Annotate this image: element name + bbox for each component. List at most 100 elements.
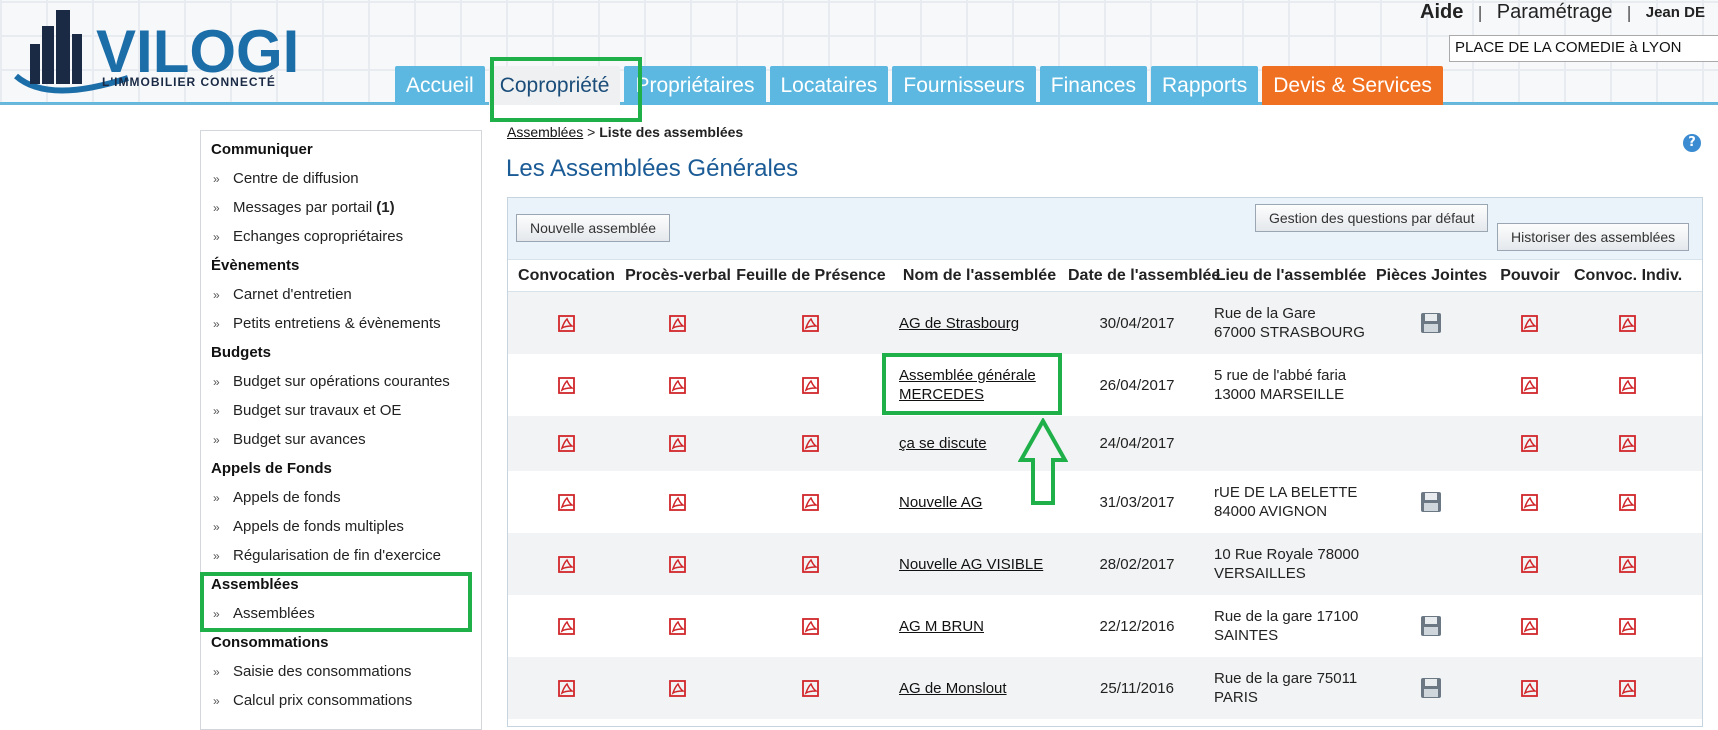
column-header[interactable]: Convocation	[508, 267, 625, 285]
tab-finances[interactable]: Finances	[1039, 66, 1147, 105]
feuille-presence-pdf-icon[interactable]	[801, 493, 821, 512]
pouvoir-pdf-icon[interactable]	[1520, 314, 1540, 333]
column-header[interactable]: Nom de l'assemblée	[891, 267, 1068, 285]
settings-link[interactable]: Paramétrage	[1497, 1, 1613, 24]
convocation-pdf-icon[interactable]	[557, 555, 577, 574]
column-header[interactable]: Pièces Jointes	[1376, 267, 1487, 285]
proces-verbal-pdf-icon[interactable]	[668, 555, 688, 574]
convoc-indiv-pdf-icon[interactable]	[1618, 555, 1638, 574]
breadcrumb-parent[interactable]: Assemblées	[507, 124, 583, 140]
feuille-presence-pdf-icon[interactable]	[801, 376, 821, 395]
convocation-pdf-icon[interactable]	[557, 493, 577, 512]
sidebar-item[interactable]: » Echanges copropriétaires	[201, 222, 481, 251]
pouvoir-pdf-icon[interactable]	[1520, 493, 1540, 512]
convoc-indiv-pdf-icon[interactable]	[1618, 314, 1638, 333]
assembly-name-link[interactable]: Nouvelle AG VISIBLE	[899, 555, 1043, 574]
tab-rapports[interactable]: Rapports	[1151, 66, 1259, 105]
pouvoir-pdf-icon[interactable]	[1520, 555, 1540, 574]
convocation-pdf-icon[interactable]	[557, 679, 577, 698]
assembly-name-link[interactable]: AG de Strasbourg	[899, 314, 1019, 333]
convoc-indiv-pdf-icon[interactable]	[1618, 493, 1638, 512]
column-header[interactable]: Procès-verbal	[625, 267, 731, 285]
tab-accueil[interactable]: Accueil	[395, 66, 485, 105]
help-icon[interactable]: ?	[1683, 134, 1701, 152]
assembly-name-link[interactable]: AG M BRUN	[899, 617, 984, 636]
sidebar-item[interactable]: » Centre de diffusion	[201, 164, 481, 193]
help-link[interactable]: Aide	[1420, 1, 1463, 24]
column-header[interactable]: Date de l'assemblée	[1068, 267, 1220, 285]
column-header[interactable]: Feuille de Présence	[731, 267, 891, 285]
double-chevron-icon: »	[213, 403, 220, 418]
feuille-presence-pdf-icon[interactable]	[801, 617, 821, 636]
convocation-pdf-icon[interactable]	[557, 376, 577, 395]
convocation-pdf-icon[interactable]	[557, 314, 577, 333]
top-links-separator: |	[1477, 2, 1483, 22]
double-chevron-icon: »	[213, 229, 220, 244]
column-header[interactable]: Pouvoir	[1486, 267, 1574, 285]
proces-verbal-pdf-icon[interactable]	[668, 679, 688, 698]
sidebar-item[interactable]: » Appels de fonds	[201, 483, 481, 512]
feuille-presence-pdf-icon[interactable]	[801, 314, 821, 333]
sidebar-section-title: Communiquer	[211, 141, 313, 158]
proces-verbal-pdf-icon[interactable]	[668, 314, 688, 333]
tab-locataires[interactable]: Locataires	[769, 66, 889, 105]
attachment-floppy-icon[interactable]	[1420, 677, 1442, 699]
tab-proprietaires[interactable]: Propriétaires	[624, 66, 766, 105]
sidebar-item[interactable]: » Petits entretiens & évènements	[201, 309, 481, 338]
tab-copropriete[interactable]: Copropriété	[488, 66, 621, 105]
tab-fournisseurs[interactable]: Fournisseurs	[892, 66, 1036, 105]
sidebar-item[interactable]: » Saisie des consommations	[201, 657, 481, 686]
assembly-date: 30/04/2017	[1099, 314, 1175, 332]
double-chevron-icon: »	[213, 490, 220, 505]
assembly-name-link[interactable]: Assemblée générale MERCEDES	[899, 366, 1036, 404]
column-header[interactable]: Lieu de l'assemblée	[1206, 267, 1376, 285]
vilogi-logo[interactable]: VILOGI L'IMMOBILIER CONNECTÉ	[8, 6, 338, 106]
convocation-pdf-icon[interactable]	[557, 617, 577, 636]
table-cell	[625, 679, 731, 698]
default-questions-button[interactable]: Gestion des questions par défaut	[1255, 204, 1489, 232]
assembly-name-link[interactable]: ça se discute	[899, 434, 987, 453]
sidebar-item[interactable]: » Carnet d'entretien	[201, 280, 481, 309]
tab-devis-services[interactable]: Devis & Services	[1262, 66, 1443, 105]
sidebar-item-label: Régularisation de fin d'exercice	[233, 547, 441, 564]
sidebar-item[interactable]: » Budget sur travaux et OE	[201, 396, 481, 425]
sidebar-item[interactable]: » Budget sur avances	[201, 425, 481, 454]
convoc-indiv-pdf-icon[interactable]	[1618, 679, 1638, 698]
pouvoir-pdf-icon[interactable]	[1520, 679, 1540, 698]
proces-verbal-pdf-icon[interactable]	[668, 493, 688, 512]
convocation-pdf-icon[interactable]	[557, 434, 577, 453]
sidebar-item[interactable]: » Régularisation de fin d'exercice	[201, 541, 481, 570]
assembly-name-link[interactable]: AG de Monslout	[899, 679, 1007, 698]
sidebar-item[interactable]: » Budget sur opérations courantes	[201, 367, 481, 396]
feuille-presence-pdf-icon[interactable]	[801, 434, 821, 453]
new-assembly-button[interactable]: Nouvelle assemblée	[516, 214, 671, 242]
attachment-floppy-icon[interactable]	[1420, 312, 1442, 334]
column-header[interactable]: Convoc. Indiv.	[1574, 267, 1682, 285]
table-cell: 28/02/2017	[1068, 556, 1206, 573]
archive-assemblies-button[interactable]: Historiser des assemblées	[1497, 223, 1690, 251]
sidebar-item-label: Appels de fonds	[233, 489, 341, 506]
pouvoir-pdf-icon[interactable]	[1520, 376, 1540, 395]
sidebar-item[interactable]: » Messages par portail (1)	[201, 193, 481, 222]
convoc-indiv-pdf-icon[interactable]	[1618, 376, 1638, 395]
table-cell	[1486, 434, 1574, 453]
convoc-indiv-pdf-icon[interactable]	[1618, 617, 1638, 636]
building-select[interactable]: PLACE DE LA COMEDIE à LYON	[1449, 35, 1718, 62]
feuille-presence-pdf-icon[interactable]	[801, 679, 821, 698]
convoc-indiv-pdf-icon[interactable]	[1618, 434, 1638, 453]
user-name[interactable]: Jean DE	[1646, 4, 1705, 21]
proces-verbal-pdf-icon[interactable]	[668, 434, 688, 453]
attachment-floppy-icon[interactable]	[1420, 491, 1442, 513]
sidebar-item[interactable]: » Assemblées	[201, 599, 481, 628]
sidebar-item[interactable]: » Appels de fonds multiples	[201, 512, 481, 541]
pouvoir-pdf-icon[interactable]	[1520, 434, 1540, 453]
feuille-presence-pdf-icon[interactable]	[801, 555, 821, 574]
attachment-floppy-icon[interactable]	[1420, 615, 1442, 637]
sidebar-item[interactable]: » Calcul prix consommations	[201, 686, 481, 715]
assembly-name-link[interactable]: Nouvelle AG	[899, 493, 982, 512]
proces-verbal-pdf-icon[interactable]	[668, 617, 688, 636]
pouvoir-pdf-icon[interactable]	[1520, 617, 1540, 636]
sidebar-section-title: Évènements	[211, 257, 300, 274]
proces-verbal-pdf-icon[interactable]	[668, 376, 688, 395]
table-row: ça se discute 24/04/2017	[508, 416, 1702, 471]
